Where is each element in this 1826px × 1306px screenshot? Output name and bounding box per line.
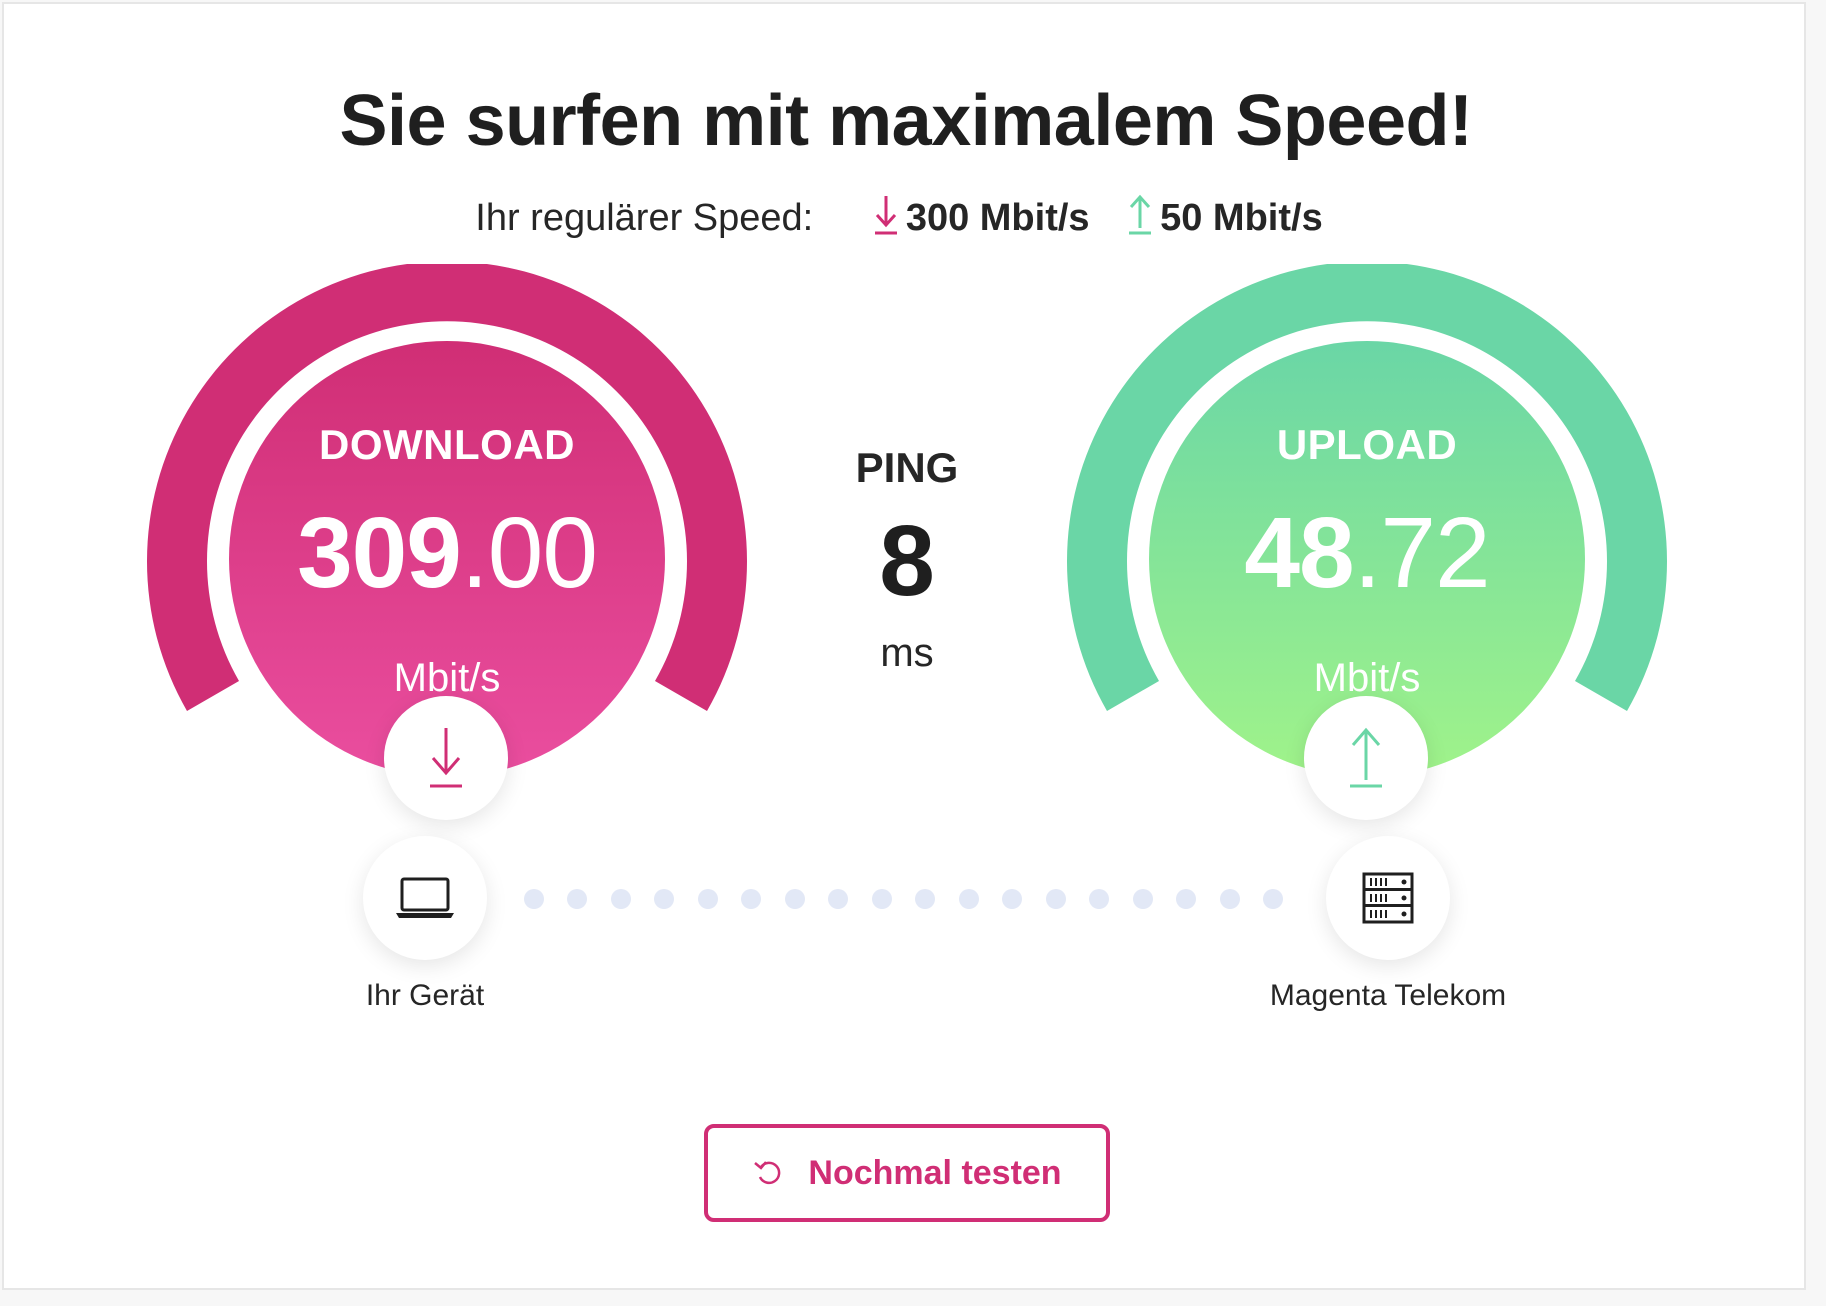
connection-dot <box>698 889 718 909</box>
connection-dot <box>828 889 848 909</box>
upload-label: UPLOAD <box>1276 421 1458 468</box>
arrow-up-icon <box>1350 727 1382 788</box>
regular-download: 300 Mbit/s <box>874 194 1090 240</box>
retest-button-label: Nochmal testen <box>808 1153 1062 1192</box>
connection-dot <box>785 889 805 909</box>
regular-upload: 50 Mbit/s <box>1128 194 1323 240</box>
ping-value: 8 <box>879 505 935 617</box>
upload-value-dec: .72 <box>1353 497 1491 609</box>
connection-dot <box>524 889 544 909</box>
device-label: Ihr Gerät <box>365 979 485 1012</box>
connection-dot <box>741 889 761 909</box>
connection-dot <box>1089 889 1109 909</box>
reload-icon <box>754 1161 781 1185</box>
connection-dots <box>524 889 1294 911</box>
speedtest-result-card: Sie surfen mit maximalem Speed! Ihr regu… <box>2 2 1806 1290</box>
regular-speed-line: Ihr regulärer Speed: 300 Mbit/s 50 Mbit/… <box>4 194 1808 240</box>
connection-dot <box>654 889 674 909</box>
upload-icon-bubble <box>1304 696 1428 820</box>
connection-dot <box>1133 889 1153 909</box>
laptop-icon <box>396 877 454 918</box>
download-icon-bubble <box>384 696 508 820</box>
connection-dot <box>1176 889 1196 909</box>
server-icon <box>1362 872 1414 924</box>
upload-unit: Mbit/s <box>1313 656 1421 700</box>
connection-dot <box>959 889 979 909</box>
download-label: DOWNLOAD <box>319 421 575 468</box>
connection-dot <box>1002 889 1022 909</box>
regular-speed-label: Ihr regulärer Speed: <box>475 197 814 239</box>
download-value-int: 309 <box>297 497 462 609</box>
server-label: Magenta Telekom <box>1269 979 1507 1012</box>
arrow-up-icon <box>1129 194 1152 235</box>
page-title: Sie surfen mit maximalem Speed! <box>339 81 1473 161</box>
upload-value: 48.72 <box>1067 496 1667 611</box>
upload-value-int: 48 <box>1244 497 1354 609</box>
ping-unit: ms <box>880 631 934 675</box>
connection-dot <box>1220 889 1240 909</box>
connection-dot <box>872 889 892 909</box>
ping-label: PING <box>855 444 959 491</box>
connection-dot <box>1046 889 1066 909</box>
arrow-down-icon <box>874 196 897 235</box>
connection-dot <box>567 889 587 909</box>
download-value-dec: .00 <box>460 497 598 609</box>
server-bubble <box>1326 836 1450 960</box>
device-bubble <box>363 836 487 960</box>
regular-download-value: 300 Mbit/s <box>905 197 1090 239</box>
connection-dot <box>915 889 935 909</box>
connection-dot <box>1263 889 1283 909</box>
connection-dot <box>611 889 631 909</box>
download-value: 309.00 <box>147 496 747 611</box>
retest-button[interactable]: Nochmal testen <box>704 1124 1110 1222</box>
download-unit: Mbit/s <box>393 656 501 700</box>
arrow-down-icon <box>430 728 462 788</box>
regular-upload-value: 50 Mbit/s <box>1160 197 1323 239</box>
